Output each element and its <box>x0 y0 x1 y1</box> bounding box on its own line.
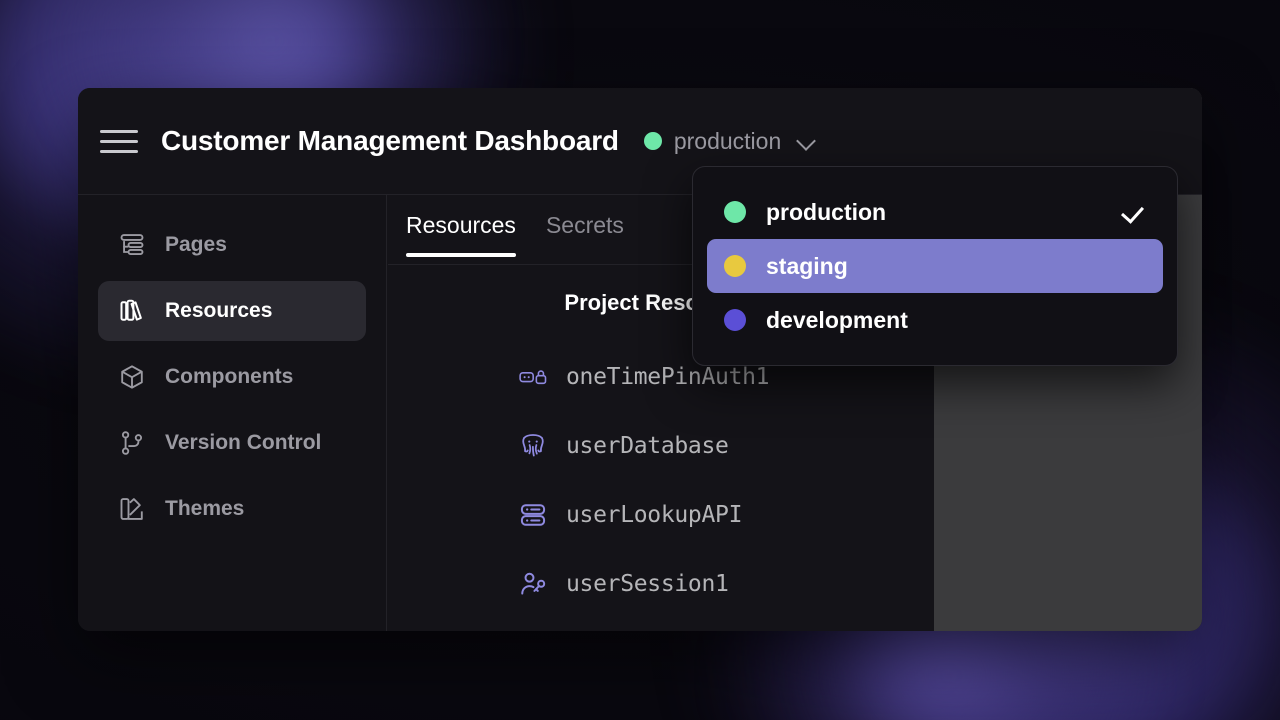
environment-status-dot <box>724 201 746 223</box>
resource-list: oneTimePinAuth1 <box>388 342 934 618</box>
user-key-icon <box>518 569 548 599</box>
resource-name: userLookupAPI <box>566 502 742 528</box>
list-item[interactable]: userDatabase <box>518 411 934 480</box>
resource-name: userSession1 <box>566 571 729 597</box>
sidebar-item-label: Pages <box>165 233 227 257</box>
chevron-down-icon <box>797 131 817 151</box>
sidebar-item-label: Components <box>165 365 293 389</box>
environment-selector[interactable]: production <box>644 128 817 155</box>
resource-name: oneTimePinAuth1 <box>566 364 769 390</box>
list-item[interactable]: userLookupAPI <box>518 480 934 549</box>
sidebar-item-version-control[interactable]: Version Control <box>98 413 366 473</box>
tab-resources[interactable]: Resources <box>406 195 516 257</box>
sidebar-item-themes[interactable]: Themes <box>98 479 366 539</box>
sidebar-item-components[interactable]: Components <box>98 347 366 407</box>
server-stack-icon <box>518 500 548 530</box>
tab-secrets[interactable]: Secrets <box>546 195 624 257</box>
color-palette-icon <box>117 494 147 524</box>
dropdown-option-label: development <box>766 307 908 334</box>
sidebar-item-label: Resources <box>165 299 272 323</box>
dropdown-option-development[interactable]: development <box>707 293 1163 347</box>
checkmark-icon <box>1122 200 1146 224</box>
list-item[interactable]: userSession1 <box>518 549 934 618</box>
sidebar: Pages Resources <box>78 195 387 631</box>
environment-dropdown-menu: production staging development <box>692 166 1178 366</box>
dropdown-option-label: staging <box>766 253 848 280</box>
git-branch-icon <box>117 428 147 458</box>
sidebar-item-label: Version Control <box>165 431 321 455</box>
dropdown-option-production[interactable]: production <box>707 185 1163 239</box>
resource-name: userDatabase <box>566 433 729 459</box>
screen: Customer Management Dashboard production <box>0 0 1280 720</box>
dropdown-option-staging[interactable]: staging <box>707 239 1163 293</box>
postgres-elephant-icon <box>518 431 548 461</box>
books-icon <box>117 296 147 326</box>
hamburger-menu-icon[interactable] <box>100 126 140 156</box>
dropdown-option-label: production <box>766 199 886 226</box>
environment-status-dot <box>644 132 662 150</box>
sidebar-item-label: Themes <box>165 497 244 521</box>
sidebar-item-resources[interactable]: Resources <box>98 281 366 341</box>
pages-icon <box>117 230 147 260</box>
environment-selector-label: production <box>674 128 781 155</box>
page-title: Customer Management Dashboard <box>161 125 619 157</box>
sidebar-item-pages[interactable]: Pages <box>98 215 366 275</box>
environment-status-dot <box>724 309 746 331</box>
cube-icon <box>117 362 147 392</box>
pin-lock-icon <box>518 362 548 392</box>
environment-status-dot <box>724 255 746 277</box>
